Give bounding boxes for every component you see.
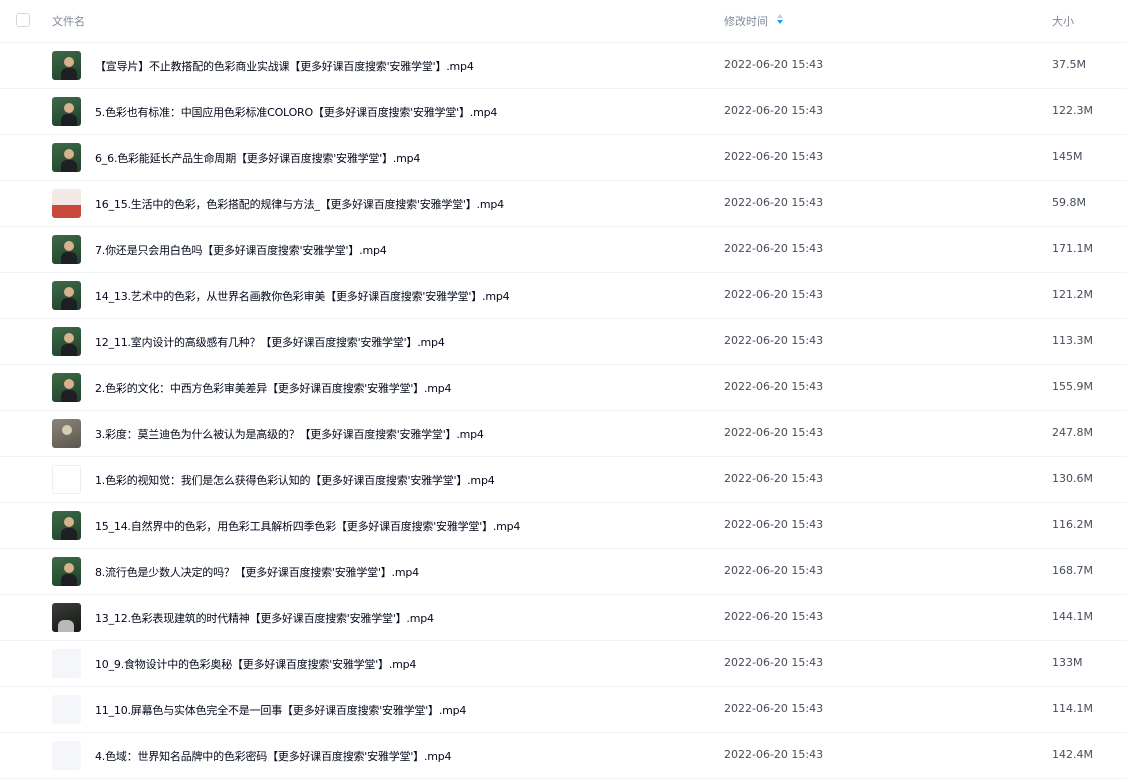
file-name[interactable]: 11_10.屏幕色与实体色完全不是一回事【更多好课百度搜索'安雅学堂'】.mp4 <box>95 702 466 718</box>
video-thumbnail-icon[interactable] <box>52 649 81 678</box>
file-name[interactable]: 15_14.自然界中的色彩，用色彩工具解析四季色彩【更多好课百度搜索'安雅学堂'… <box>95 518 520 534</box>
file-row[interactable]: 3.彩度：莫兰迪色为什么被认为是高级的？【更多好课百度搜索'安雅学堂'】.mp4… <box>0 411 1127 457</box>
file-modified-time: 2022-06-20 15:43 <box>724 104 824 117</box>
video-thumbnail-icon[interactable] <box>52 741 81 770</box>
file-list: 【宣导片】不止教搭配的色彩商业实战课【更多好课百度搜索'安雅学堂'】.mp4 20… <box>0 43 1127 779</box>
file-name[interactable]: 5.色彩也有标准：中国应用色彩标准COLORO【更多好课百度搜索'安雅学堂'】.… <box>95 104 497 120</box>
file-modified-time: 2022-06-20 15:43 <box>724 656 824 669</box>
file-row[interactable]: 15_14.自然界中的色彩，用色彩工具解析四季色彩【更多好课百度搜索'安雅学堂'… <box>0 503 1127 549</box>
video-thumbnail-icon[interactable] <box>52 511 81 540</box>
file-name[interactable]: 2.色彩的文化：中西方色彩审美差异【更多好课百度搜索'安雅学堂'】.mp4 <box>95 380 452 396</box>
column-header-name[interactable]: 文件名 <box>52 13 85 29</box>
file-size: 116.2M <box>1052 518 1093 531</box>
file-name[interactable]: 13_12.色彩表现建筑的时代精神【更多好课百度搜索'安雅学堂'】.mp4 <box>95 610 434 626</box>
file-size: 59.8M <box>1052 196 1086 209</box>
file-row[interactable]: 13_12.色彩表现建筑的时代精神【更多好课百度搜索'安雅学堂'】.mp4 202… <box>0 595 1127 641</box>
video-thumbnail-icon[interactable] <box>52 695 81 724</box>
video-thumbnail-icon[interactable] <box>52 419 81 448</box>
file-list-header: 文件名 修改时间 大小 <box>0 0 1127 43</box>
video-thumbnail-icon[interactable] <box>52 51 81 80</box>
file-row[interactable]: 11_10.屏幕色与实体色完全不是一回事【更多好课百度搜索'安雅学堂'】.mp4… <box>0 687 1127 733</box>
file-name[interactable]: 7.你还是只会用白色吗【更多好课百度搜索'安雅学堂'】.mp4 <box>95 242 387 258</box>
file-size: 130.6M <box>1052 472 1093 485</box>
file-size: 144.1M <box>1052 610 1093 623</box>
file-modified-time: 2022-06-20 15:43 <box>724 58 824 71</box>
file-row[interactable]: 【宣导片】不止教搭配的色彩商业实战课【更多好课百度搜索'安雅学堂'】.mp4 20… <box>0 43 1127 89</box>
file-row[interactable]: 10_9.食物设计中的色彩奥秘【更多好课百度搜索'安雅学堂'】.mp4 2022-… <box>0 641 1127 687</box>
file-modified-time: 2022-06-20 15:43 <box>724 288 824 301</box>
video-thumbnail-icon[interactable] <box>52 235 81 264</box>
file-row[interactable]: 4.色域：世界知名品牌中的色彩密码【更多好课百度搜索'安雅学堂'】.mp4 202… <box>0 733 1127 779</box>
file-modified-time: 2022-06-20 15:43 <box>724 334 824 347</box>
file-size: 133M <box>1052 656 1083 669</box>
file-name[interactable]: 3.彩度：莫兰迪色为什么被认为是高级的？【更多好课百度搜索'安雅学堂'】.mp4 <box>95 426 484 442</box>
file-size: 168.7M <box>1052 564 1093 577</box>
file-size: 121.2M <box>1052 288 1093 301</box>
video-thumbnail-icon[interactable] <box>52 465 81 494</box>
file-name[interactable]: 8.流行色是少数人决定的吗？【更多好课百度搜索'安雅学堂'】.mp4 <box>95 564 419 580</box>
file-size: 114.1M <box>1052 702 1093 715</box>
sort-icon[interactable] <box>776 13 784 25</box>
file-size: 145M <box>1052 150 1083 163</box>
file-name[interactable]: 6_6.色彩能延长产品生命周期【更多好课百度搜索'安雅学堂'】.mp4 <box>95 150 420 166</box>
video-thumbnail-icon[interactable] <box>52 281 81 310</box>
file-size: 155.9M <box>1052 380 1093 393</box>
video-thumbnail-icon[interactable] <box>52 557 81 586</box>
file-size: 171.1M <box>1052 242 1093 255</box>
file-modified-time: 2022-06-20 15:43 <box>724 518 824 531</box>
column-header-modified-time[interactable]: 修改时间 <box>724 13 768 29</box>
video-thumbnail-icon[interactable] <box>52 327 81 356</box>
video-thumbnail-icon[interactable] <box>52 373 81 402</box>
file-modified-time: 2022-06-20 15:43 <box>724 426 824 439</box>
file-size: 37.5M <box>1052 58 1086 71</box>
video-thumbnail-icon[interactable] <box>52 603 81 632</box>
file-modified-time: 2022-06-20 15:43 <box>724 610 824 623</box>
file-modified-time: 2022-06-20 15:43 <box>724 150 824 163</box>
file-name[interactable]: 12_11.室内设计的高级感有几种？【更多好课百度搜索'安雅学堂'】.mp4 <box>95 334 445 350</box>
file-name[interactable]: 4.色域：世界知名品牌中的色彩密码【更多好课百度搜索'安雅学堂'】.mp4 <box>95 748 452 764</box>
file-name[interactable]: 1.色彩的视知觉：我们是怎么获得色彩认知的【更多好课百度搜索'安雅学堂'】.mp… <box>95 472 495 488</box>
file-row[interactable]: 14_13.艺术中的色彩，从世界名画教你色彩审美【更多好课百度搜索'安雅学堂'】… <box>0 273 1127 319</box>
select-all-checkbox[interactable] <box>16 13 30 27</box>
file-row[interactable]: 2.色彩的文化：中西方色彩审美差异【更多好课百度搜索'安雅学堂'】.mp4 202… <box>0 365 1127 411</box>
file-modified-time: 2022-06-20 15:43 <box>724 702 824 715</box>
file-name[interactable]: 10_9.食物设计中的色彩奥秘【更多好课百度搜索'安雅学堂'】.mp4 <box>95 656 416 672</box>
file-size: 142.4M <box>1052 748 1093 761</box>
file-modified-time: 2022-06-20 15:43 <box>724 196 824 209</box>
file-modified-time: 2022-06-20 15:43 <box>724 380 824 393</box>
video-thumbnail-icon[interactable] <box>52 97 81 126</box>
file-name[interactable]: 16_15.生活中的色彩，色彩搭配的规律与方法_【更多好课百度搜索'安雅学堂'】… <box>95 196 504 212</box>
file-name[interactable]: 【宣导片】不止教搭配的色彩商业实战课【更多好课百度搜索'安雅学堂'】.mp4 <box>95 58 474 74</box>
file-row[interactable]: 1.色彩的视知觉：我们是怎么获得色彩认知的【更多好课百度搜索'安雅学堂'】.mp… <box>0 457 1127 503</box>
column-header-size[interactable]: 大小 <box>1052 13 1074 29</box>
file-size: 122.3M <box>1052 104 1093 117</box>
file-modified-time: 2022-06-20 15:43 <box>724 748 824 761</box>
file-size: 113.3M <box>1052 334 1093 347</box>
file-row[interactable]: 12_11.室内设计的高级感有几种？【更多好课百度搜索'安雅学堂'】.mp4 20… <box>0 319 1127 365</box>
video-thumbnail-icon[interactable] <box>52 143 81 172</box>
file-size: 247.8M <box>1052 426 1093 439</box>
file-row[interactable]: 5.色彩也有标准：中国应用色彩标准COLORO【更多好课百度搜索'安雅学堂'】.… <box>0 89 1127 135</box>
file-modified-time: 2022-06-20 15:43 <box>724 472 824 485</box>
file-row[interactable]: 6_6.色彩能延长产品生命周期【更多好课百度搜索'安雅学堂'】.mp4 2022-… <box>0 135 1127 181</box>
file-row[interactable]: 16_15.生活中的色彩，色彩搭配的规律与方法_【更多好课百度搜索'安雅学堂'】… <box>0 181 1127 227</box>
video-thumbnail-icon[interactable] <box>52 189 81 218</box>
file-name[interactable]: 14_13.艺术中的色彩，从世界名画教你色彩审美【更多好课百度搜索'安雅学堂'】… <box>95 288 510 304</box>
file-modified-time: 2022-06-20 15:43 <box>724 564 824 577</box>
file-row[interactable]: 8.流行色是少数人决定的吗？【更多好课百度搜索'安雅学堂'】.mp4 2022-0… <box>0 549 1127 595</box>
file-modified-time: 2022-06-20 15:43 <box>724 242 824 255</box>
file-row[interactable]: 7.你还是只会用白色吗【更多好课百度搜索'安雅学堂'】.mp4 2022-06-2… <box>0 227 1127 273</box>
